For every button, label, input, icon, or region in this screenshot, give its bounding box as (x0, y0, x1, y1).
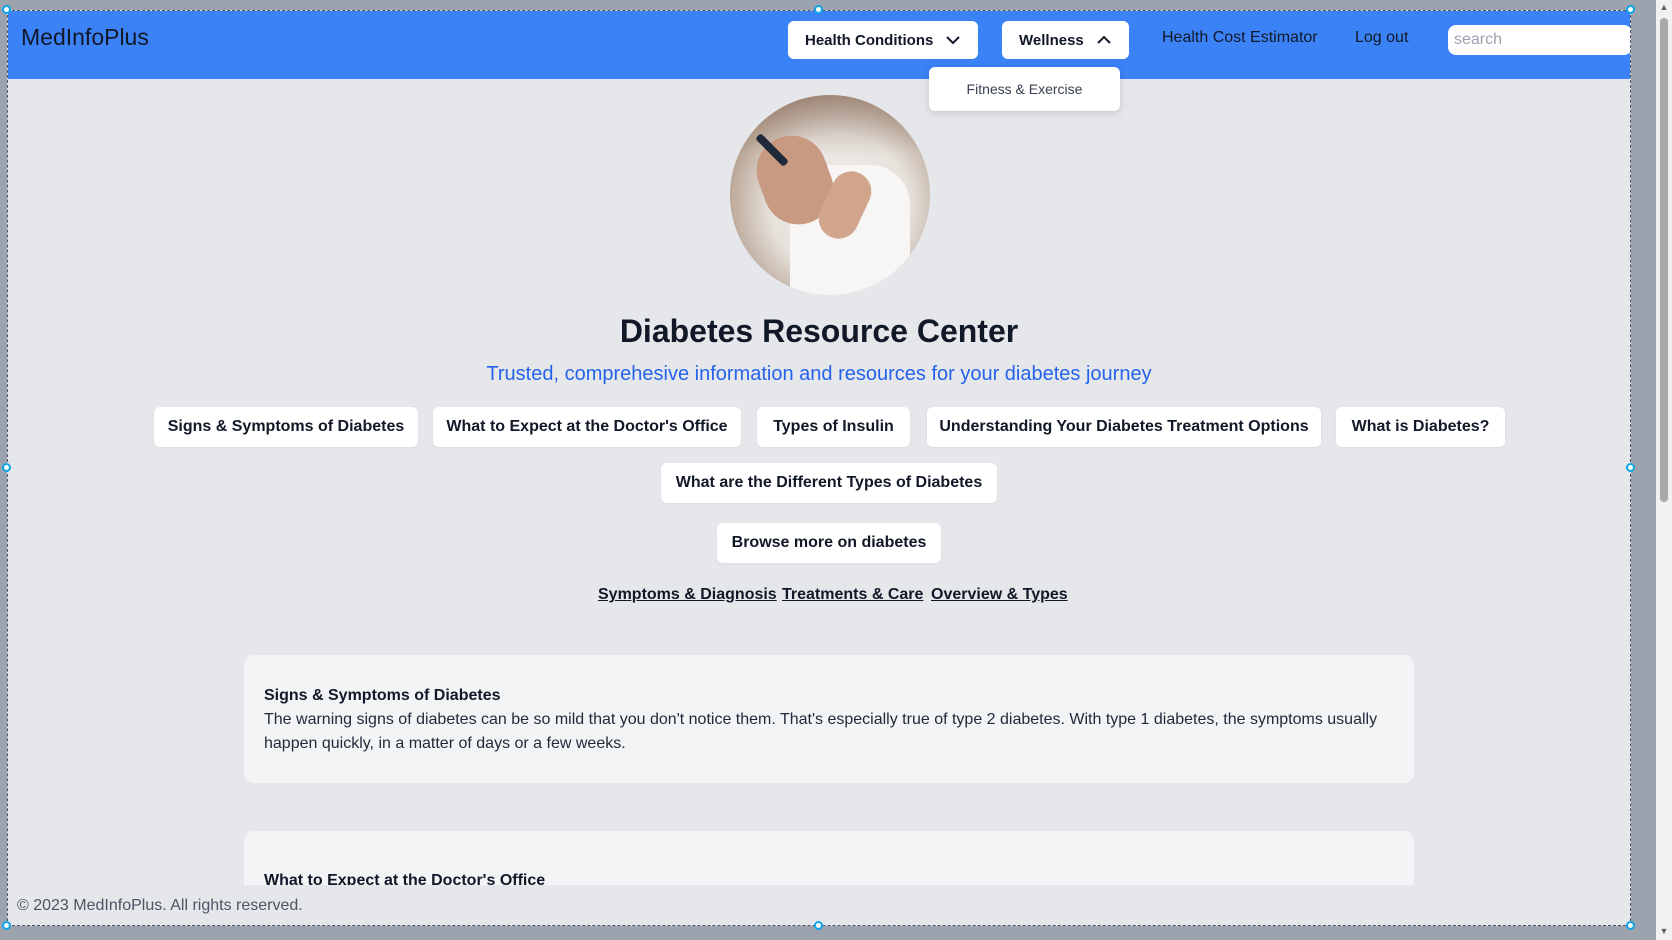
page-subtitle: Trusted, comprehesive information and re… (486, 363, 1152, 385)
topic-button-signs-symptoms[interactable]: Signs & Symptoms of Diabetes (154, 407, 418, 447)
chevron-down-icon (946, 36, 961, 45)
topic-button-what-is-diabetes[interactable]: What is Diabetes? (1336, 407, 1505, 447)
chevron-up-icon (1097, 35, 1111, 44)
health-conditions-dropdown[interactable]: Health Conditions (788, 21, 979, 59)
wellness-dropdown[interactable]: Wellness (1002, 21, 1129, 59)
search-input[interactable] (1448, 25, 1630, 55)
resize-handle[interactable] (2, 463, 11, 472)
health-conditions-label: Health Conditions (805, 31, 934, 49)
scroll-thumb[interactable] (1660, 18, 1668, 502)
resize-handle[interactable] (814, 921, 823, 930)
topic-button-insulin[interactable]: Types of Insulin (757, 407, 910, 447)
symptoms-diagnosis-link[interactable]: Symptoms & Diagnosis (598, 586, 777, 604)
footer-copyright: © 2023 MedInfoPlus. All rights reserved. (17, 897, 303, 914)
scroll-down-icon[interactable]: ▼ (1659, 926, 1669, 936)
topic-button-treatment-options[interactable]: Understanding Your Diabetes Treatment Op… (927, 407, 1321, 447)
wellness-menu-item-fitness[interactable]: Fitness & Exercise (929, 67, 1120, 111)
resize-handle[interactable] (1626, 921, 1635, 930)
treatments-care-link[interactable]: Treatments & Care (782, 586, 923, 604)
resize-handle[interactable] (2, 921, 11, 930)
logout-link[interactable]: Log out (1355, 29, 1408, 47)
page-title: Diabetes Resource Center (619, 313, 1019, 349)
resize-handle[interactable] (2, 5, 11, 14)
resize-handle[interactable] (1626, 5, 1635, 14)
navbar: MedInfoPlus Health Conditions Wellness H… (8, 11, 1630, 79)
page-frame: MedInfoPlus Health Conditions Wellness H… (7, 10, 1631, 926)
article-title: Signs & Symptoms of Diabetes (264, 687, 501, 704)
scrollbar[interactable]: ▲ ▼ (1656, 0, 1672, 940)
footer: © 2023 MedInfoPlus. All rights reserved. (8, 885, 1630, 925)
article-text: The warning signs of diabetes can be so … (264, 711, 1378, 752)
wellness-label: Wellness (1019, 31, 1084, 49)
overview-types-link[interactable]: Overview & Types (931, 586, 1068, 604)
scroll-up-icon[interactable]: ▲ (1659, 2, 1669, 12)
site-logo[interactable]: MedInfoPlus (21, 24, 149, 51)
health-cost-estimator-link[interactable]: Health Cost Estimator (1162, 29, 1318, 47)
article-card: Signs & Symptoms of Diabetes The warning… (244, 655, 1414, 783)
resize-handle[interactable] (814, 5, 823, 14)
topic-button-types-of-diabetes[interactable]: What are the Different Types of Diabetes (661, 463, 997, 503)
hero-image (730, 95, 930, 295)
resize-handle[interactable] (1626, 463, 1635, 472)
topic-button-doctors-office[interactable]: What to Expect at the Doctor's Office (433, 407, 741, 447)
browse-more-button[interactable]: Browse more on diabetes (717, 523, 941, 563)
